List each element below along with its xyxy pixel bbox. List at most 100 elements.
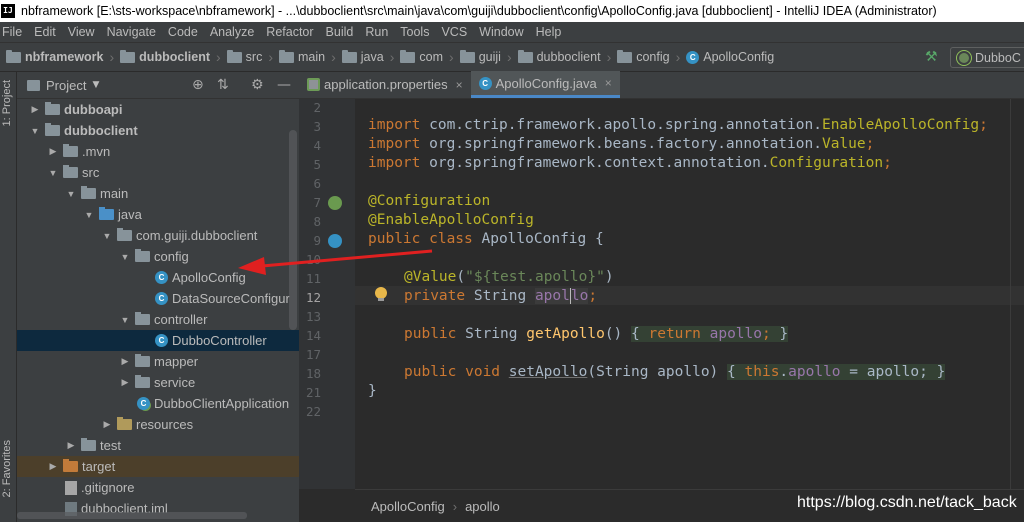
chevron-right-icon[interactable]: ▶ [119,356,131,367]
tree-vertical-scrollbar[interactable] [289,130,297,330]
menu-refactor[interactable]: Refactor [266,25,313,39]
spring-bean-gutter-icon[interactable] [328,196,342,210]
tree-item-resources[interactable]: ▶ resources [17,414,299,435]
menu-run[interactable]: Run [365,25,388,39]
folder-icon [226,49,242,63]
run-configuration-select[interactable]: DubboC [950,47,1024,68]
tree-item-controller[interactable]: ▼ controller [17,309,299,330]
chevron-right-icon[interactable]: ▶ [101,419,113,430]
tree-item-gitignore[interactable]: .gitignore [17,477,299,498]
chevron-down-icon[interactable]: ▼ [65,189,77,199]
nav-crumb-main[interactable]: main › [273,49,336,65]
class-icon: C [155,292,168,305]
tree-item-label: .mvn [82,144,111,159]
tree-item-com-guiji-dubboclient[interactable]: ▼ com.guiji.dubboclient [17,225,299,246]
line-number: 7 [313,195,321,210]
build-hammer-icon[interactable]: ⚒ [925,49,938,65]
chevron-right-icon[interactable]: ▶ [119,377,131,388]
chevron-down-icon[interactable]: ▼ [101,231,113,241]
tree-item-dubboclientapplication[interactable]: C DubboClientApplication [17,393,299,414]
tree-item-label: test [100,438,121,453]
menu-code[interactable]: Code [168,25,198,39]
nav-crumb-java[interactable]: java › [336,49,394,65]
project-view-select[interactable]: Project [46,78,86,93]
nav-crumb-config[interactable]: config › [611,49,680,65]
chevron-right-icon[interactable]: ▶ [47,461,59,472]
tree-item-config[interactable]: ▼ config [17,246,299,267]
menu-window[interactable]: Window [479,25,523,39]
tree-horizontal-scrollbar[interactable] [17,512,247,519]
nav-crumb-project[interactable]: nbframework › [0,49,114,65]
chevron-down-icon[interactable]: ▼ [47,168,59,178]
hide-panel-icon[interactable]: — [277,77,291,93]
title-bar: IJ nbframework [E:\sts-workspace\nbframe… [0,0,1024,22]
nav-crumb-module[interactable]: dubboclient › [114,49,221,65]
menu-view[interactable]: View [68,25,95,39]
chevron-down-icon[interactable]: ▼ [29,126,41,136]
menu-edit[interactable]: Edit [34,25,56,39]
close-icon[interactable]: × [456,78,463,92]
menu-help[interactable]: Help [536,25,562,39]
chevron-down-icon[interactable]: ▼ [83,210,95,220]
close-icon[interactable]: × [605,76,612,90]
tree-item-target[interactable]: ▶ target [17,456,299,477]
menu-navigate[interactable]: Navigate [107,25,156,39]
collapse-all-icon[interactable]: ⇅ [217,77,229,93]
tree-item-main[interactable]: ▼ main [17,183,299,204]
nav-crumb-guiji[interactable]: guiji › [454,49,512,65]
tree-item-dubboapi[interactable]: ▶ dubboapi [17,99,299,120]
tab-apolloconfig-java[interactable]: C ApolloConfig.java × [470,71,620,98]
chevron-right-icon[interactable]: ▶ [65,440,77,451]
window-title: nbframework [E:\sts-workspace\nbframewor… [21,4,937,18]
tree-item-dubboclient[interactable]: ▼ dubboclient [17,120,299,141]
code-line-21: } [368,383,377,399]
tree-item-apolloconfig[interactable]: C ApolloConfig [17,267,299,288]
spring-boot-icon [957,50,971,65]
folder-icon [63,165,78,178]
nav-crumb-dubboclient[interactable]: dubboclient › [512,49,611,65]
code-line-8: @EnableApolloConfig [368,212,534,228]
nav-crumb-class[interactable]: C ApolloConfig [680,50,774,64]
tree-item-service[interactable]: ▶ service [17,372,299,393]
line-number: 3 [313,119,321,134]
chevron-down-icon[interactable]: ▼ [119,315,131,325]
chevron-right-icon[interactable]: ▶ [47,146,59,157]
menu-tools[interactable]: Tools [400,25,429,39]
menu-file[interactable]: File [2,25,22,39]
chevron-right-icon[interactable]: ▶ [29,104,41,115]
locate-target-icon[interactable]: ⊕ [192,77,204,93]
left-tool-strip: 1: Project 2: Favorites [0,72,17,522]
gear-icon[interactable]: ⚙ [251,77,264,93]
tree-item-mvn[interactable]: ▶ .mvn [17,141,299,162]
nav-crumb-src[interactable]: src › [221,49,273,65]
chevron-down-icon[interactable]: ▼ [119,252,131,262]
tree-item-test[interactable]: ▶ test [17,435,299,456]
spring-class-gutter-icon[interactable] [328,234,342,248]
tree-item-src[interactable]: ▼ src [17,162,299,183]
breadcrumb-field[interactable]: apollo [465,499,500,514]
menu-build[interactable]: Build [326,25,354,39]
tree-item-mapper[interactable]: ▶ mapper [17,351,299,372]
project-tool-tab[interactable]: 1: Project [1,80,16,126]
folder-icon [45,102,60,115]
tree-item-label: mapper [154,354,199,369]
line-number: 18 [305,366,321,381]
tab-application-properties[interactable]: application.properties × [299,71,471,98]
code-line-14: public String getApollo() { return apoll… [404,326,789,342]
nav-crumb-com[interactable]: com › [394,49,454,65]
class-icon: C [686,50,700,64]
chevron-down-icon[interactable]: ▼ [92,80,99,90]
navigation-bar: nbframework › dubboclient › src › main › jav… [0,43,1024,72]
tree-item-dubbocontroller[interactable]: C DubboController [17,330,299,351]
tree-item-datasourceconfigur[interactable]: C DataSourceConfigur [17,288,299,309]
breadcrumb-class[interactable]: ApolloConfig [371,499,445,514]
folder-icon [6,49,21,63]
folder-icon [135,375,150,388]
favorites-tool-tab[interactable]: 2: Favorites [1,440,16,497]
intention-bulb-icon[interactable] [375,287,387,301]
tree-item-java[interactable]: ▼ java [17,204,299,225]
breadcrumb-separator: › [452,498,458,514]
menu-vcs[interactable]: VCS [441,25,467,39]
folder-icon [341,49,357,63]
menu-analyze[interactable]: Analyze [210,25,254,39]
